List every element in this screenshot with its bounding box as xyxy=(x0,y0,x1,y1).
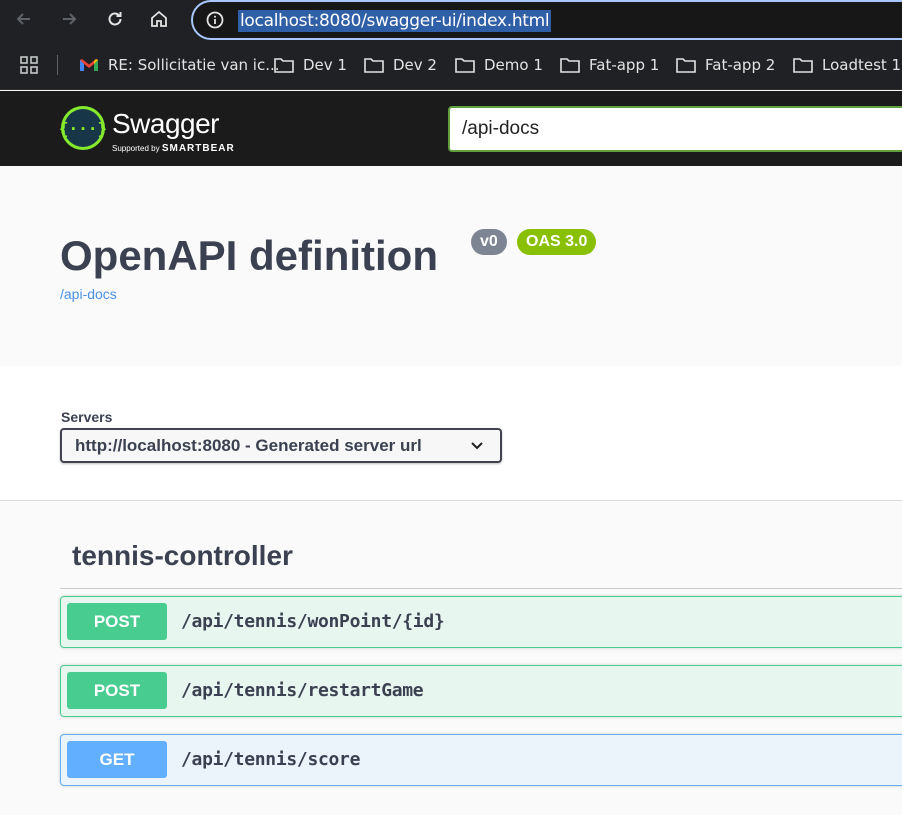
logo-sub-prefix: Supported by xyxy=(112,144,160,153)
reload-icon xyxy=(108,12,122,26)
logo-text: Swagger xyxy=(112,108,220,139)
operation-get-score[interactable]: GET /api/tennis/score xyxy=(60,734,902,786)
bookmark-demo-1[interactable]: Demo 1 xyxy=(454,52,543,78)
operation-path: /api/tennis/restartGame xyxy=(181,680,424,701)
gmail-icon xyxy=(80,59,98,71)
folder-icon xyxy=(274,58,294,73)
bookmark-gmail[interactable]: RE: Sollicitatie van ic... xyxy=(78,52,280,78)
arrow-left-icon xyxy=(16,13,30,25)
api-info: OpenAPI definition v0 OAS 3.0 /api-docs xyxy=(0,166,902,366)
home-button[interactable] xyxy=(144,4,174,34)
swagger-logo-icon[interactable]: {···} xyxy=(60,105,106,151)
folder-icon xyxy=(560,58,580,73)
operation-path: /api/tennis/wonPoint/{id} xyxy=(181,611,445,632)
method-badge: POST xyxy=(67,603,167,640)
tag-divider xyxy=(60,588,902,589)
bookmark-label: Fat-app 2 xyxy=(705,56,776,74)
url-text[interactable]: localhost:8080/swagger-ui/index.html xyxy=(238,10,552,32)
spec-url-input[interactable]: /api-docs xyxy=(448,106,902,152)
servers-label: Servers xyxy=(61,409,113,425)
chevron-down-icon xyxy=(471,442,483,450)
folder-icon xyxy=(455,58,475,73)
bookmark-label: Fat-app 1 xyxy=(589,56,660,74)
tag-title[interactable]: tennis-controller xyxy=(72,540,293,572)
bookmark-fat-app-2[interactable]: Fat-app 2 xyxy=(675,52,775,78)
svg-text:{···}: {···} xyxy=(60,119,106,138)
servers-selected-value: http://localhost:8080 - Generated server… xyxy=(75,436,422,455)
version-badge: v0 xyxy=(471,229,507,255)
operation-path: /api/tennis/score xyxy=(181,749,361,770)
address-bar[interactable]: localhost:8080/swagger-ui/index.html xyxy=(191,0,902,40)
bookmark-loadtest-1[interactable]: Loadtest 1 xyxy=(792,52,901,78)
forward-button[interactable] xyxy=(54,4,84,34)
browser-toolbar: localhost:8080/swagger-ui/index.html xyxy=(0,0,902,40)
operation-post-restartgame[interactable]: POST /api/tennis/restartGame xyxy=(60,665,902,717)
bookmark-label: Dev 2 xyxy=(393,56,437,74)
logo-sub-brand: SMARTBEAR xyxy=(161,143,235,154)
method-badge: POST xyxy=(67,672,167,709)
apps-grid-icon[interactable] xyxy=(19,55,39,75)
reload-button[interactable] xyxy=(100,4,130,34)
operations-section: tennis-controller POST /api/tennis/wonPo… xyxy=(0,502,902,815)
method-badge: GET xyxy=(67,741,167,778)
bookmark-label: Loadtest 1 xyxy=(822,56,902,74)
bookmarks-separator xyxy=(57,55,58,75)
folder-icon xyxy=(793,58,813,73)
bookmark-label: RE: Sollicitatie van ic... xyxy=(108,56,280,74)
back-button[interactable] xyxy=(9,4,39,34)
bookmarks-bar: RE: Sollicitatie van ic... Dev 1 Dev 2 D… xyxy=(0,40,902,90)
logo-subtitle: Supported by SMARTBEAR xyxy=(112,143,235,154)
swagger-topbar: {···} Swagger Supported by SMARTBEAR /ap… xyxy=(0,91,902,166)
operation-post-wonpoint[interactable]: POST /api/tennis/wonPoint/{id} xyxy=(60,596,902,648)
bookmark-fat-app-1[interactable]: Fat-app 1 xyxy=(559,52,659,78)
arrow-right-icon xyxy=(63,13,77,25)
servers-section: Servers http://localhost:8080 - Generate… xyxy=(0,366,902,501)
oas-badge: OAS 3.0 xyxy=(517,229,597,255)
folder-icon xyxy=(364,58,384,73)
bookmark-label: Dev 1 xyxy=(303,56,347,74)
servers-select[interactable]: http://localhost:8080 - Generated server… xyxy=(60,428,502,463)
folder-icon xyxy=(676,58,696,73)
api-title: OpenAPI definition xyxy=(60,232,438,279)
info-icon[interactable] xyxy=(205,10,225,30)
api-docs-link[interactable]: /api-docs xyxy=(60,286,117,302)
bookmark-dev-2[interactable]: Dev 2 xyxy=(363,52,437,78)
bookmark-dev-1[interactable]: Dev 1 xyxy=(273,52,347,78)
bookmark-label: Demo 1 xyxy=(484,56,543,74)
home-icon xyxy=(151,10,167,27)
